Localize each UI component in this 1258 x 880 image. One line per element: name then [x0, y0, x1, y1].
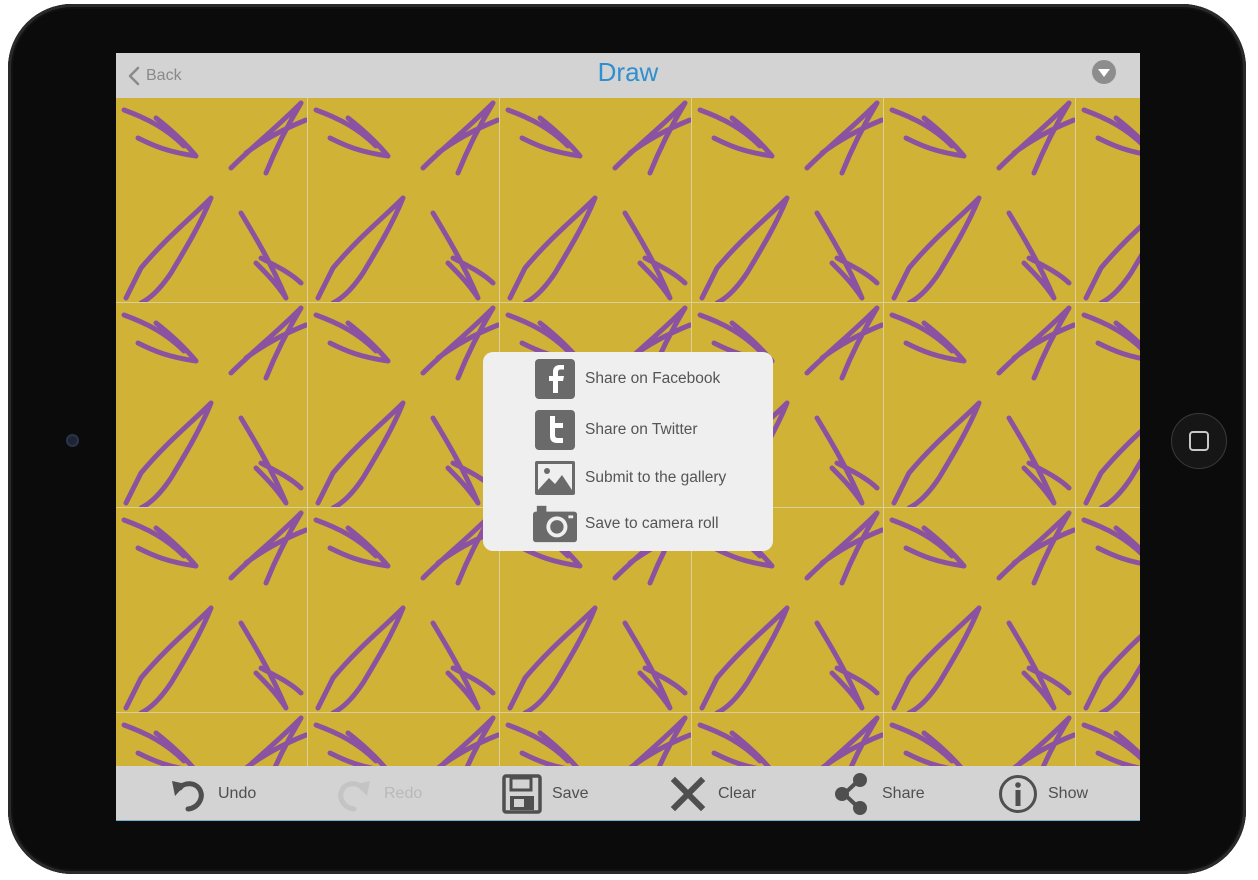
submit-gallery-item[interactable]: Submit to the gallery [533, 457, 726, 499]
clear-label: Clear [718, 785, 757, 802]
camera-icon [533, 503, 577, 545]
app-screen: Back Draw Share on Facebook Share on Twi… [116, 53, 1140, 821]
home-button[interactable] [1171, 413, 1227, 469]
share-icon [830, 772, 874, 816]
submit-gallery-label: Submit to the gallery [585, 469, 727, 486]
undo-button[interactable]: Undo [166, 772, 256, 816]
share-button[interactable]: Share [830, 772, 925, 816]
share-facebook-label: Share on Facebook [585, 370, 721, 387]
share-twitter-label: Share on Twitter [585, 421, 698, 438]
show-button[interactable]: Show [996, 772, 1088, 816]
clear-button[interactable]: Clear [666, 772, 756, 816]
x-icon [666, 772, 710, 816]
show-label: Show [1048, 785, 1089, 802]
redo-label: Redo [384, 785, 423, 802]
navigation-bar: Back Draw [116, 53, 1140, 98]
redo-button[interactable]: Redo [332, 772, 422, 816]
share-facebook-item[interactable]: Share on Facebook [533, 358, 720, 400]
bottom-toolbar: Undo Redo Save Clear Share Show [116, 766, 1140, 821]
gallery-image-icon [533, 457, 577, 499]
save-button[interactable]: Save [500, 772, 588, 816]
share-menu-popup: Share on Facebook Share on Twitter Submi… [483, 352, 773, 551]
front-camera [66, 434, 79, 447]
redo-icon [332, 772, 376, 816]
save-label: Save [552, 785, 589, 802]
undo-label: Undo [218, 785, 257, 802]
twitter-icon [533, 409, 577, 451]
screen-divider [116, 820, 1140, 821]
save-camera-roll-item[interactable]: Save to camera roll [533, 503, 719, 545]
floppy-disk-icon [500, 772, 544, 816]
page-title: Draw [597, 57, 659, 87]
home-button-icon [1189, 431, 1209, 451]
chevron-down-circle-icon[interactable] [1092, 60, 1116, 84]
save-camera-roll-label: Save to camera roll [585, 515, 719, 532]
share-twitter-item[interactable]: Share on Twitter [533, 409, 698, 451]
info-icon [996, 772, 1040, 816]
share-label: Share [882, 785, 925, 802]
facebook-icon [533, 358, 577, 400]
undo-icon [166, 772, 210, 816]
